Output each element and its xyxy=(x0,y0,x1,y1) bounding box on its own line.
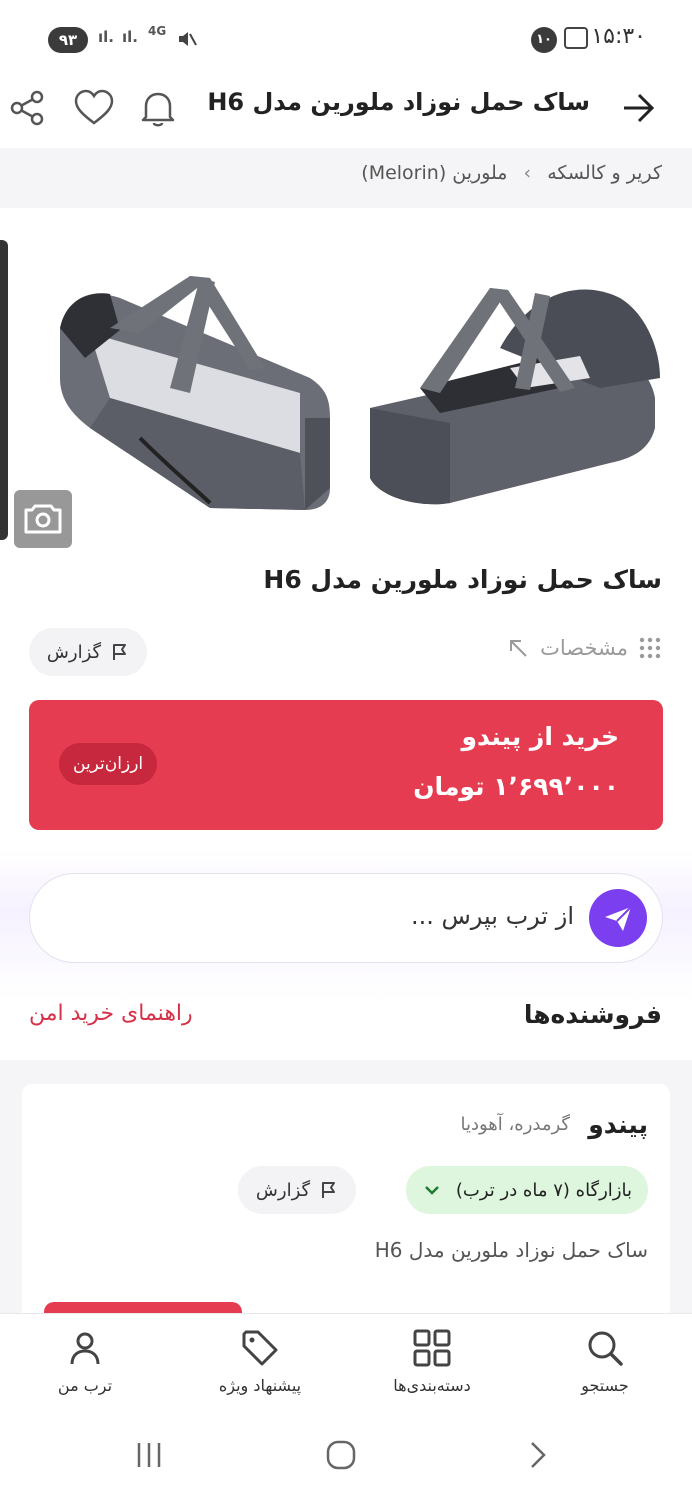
tag-icon xyxy=(242,1330,278,1366)
nav-my-torob[interactable]: ترب من xyxy=(15,1328,155,1408)
ask-torob-input[interactable]: از ترب بپرس ... xyxy=(29,873,663,963)
status-bar: ۹۳ ıl. ıl. 4G ۱۰ ۱۵:۳۰ xyxy=(0,0,692,72)
page-title: ساک حمل نوزاد ملورین مدل H6 xyxy=(207,88,590,116)
clock: ۱۵:۳۰ xyxy=(591,24,646,49)
seller-name[interactable]: پیندو xyxy=(588,1110,648,1139)
safe-purchase-guide-link[interactable]: راهنمای خرید امن xyxy=(29,1001,193,1026)
breadcrumb-separator: › xyxy=(523,162,532,184)
screenshot-icon xyxy=(564,27,588,49)
nav-label: دسته‌بندی‌ها xyxy=(393,1376,471,1395)
chevron-down-icon xyxy=(424,1186,439,1195)
dots-grid-icon xyxy=(639,637,661,659)
seller-report-label: گزارش xyxy=(255,1179,311,1201)
specs-label: مشخصات xyxy=(540,636,628,660)
image-search-button[interactable] xyxy=(14,490,72,548)
nav-special-offer[interactable]: پیشنهاد ویژه xyxy=(190,1328,330,1408)
breadcrumb: کریر و کالسکه › ملورین (Melorin) xyxy=(0,148,692,208)
nav-label: پیشنهاد ویژه xyxy=(218,1376,302,1395)
back-nav-icon[interactable] xyxy=(522,1439,554,1471)
user-icon xyxy=(70,1332,100,1365)
recent-apps-icon[interactable] xyxy=(133,1439,165,1471)
app-header: ساک حمل نوزاد ملورین مدل H6 xyxy=(0,72,692,148)
arrow-up-left-icon xyxy=(510,640,527,657)
signal-icon: ıl. xyxy=(98,28,114,46)
report-label: گزارش xyxy=(46,641,102,663)
buy-from-seller-card[interactable]: خرید از پیندو ۱٬۶۹۹٬۰۰۰ تومان ارزان‌ترین xyxy=(29,700,663,830)
specs-link[interactable]: مشخصات xyxy=(506,636,662,660)
seller-report-button[interactable]: گزارش xyxy=(238,1166,356,1214)
seller-location: گرمدره، آهودیا xyxy=(460,1114,570,1135)
grid-icon xyxy=(413,1329,451,1367)
product-image-gallery[interactable] xyxy=(0,208,692,563)
nav-categories[interactable]: دسته‌بندی‌ها xyxy=(362,1328,502,1408)
buy-title: خرید از پیندو xyxy=(461,722,619,751)
nav-search[interactable]: جستجو xyxy=(535,1328,675,1408)
marketplace-badge[interactable]: بازارگاه (۷ ماه در ترب) xyxy=(405,1166,648,1214)
ask-placeholder: از ترب بپرس ... xyxy=(410,902,574,930)
report-button[interactable]: گزارش xyxy=(29,628,147,676)
marketplace-label: بازارگاه (۷ ماه در ترب) xyxy=(455,1179,632,1201)
flag-icon xyxy=(113,644,127,660)
mute-icon xyxy=(179,32,197,46)
camera-icon xyxy=(24,504,62,534)
home-icon[interactable] xyxy=(325,1439,357,1471)
system-navigation-bar xyxy=(0,1415,692,1500)
heart-icon[interactable] xyxy=(72,86,116,130)
sellers-title: فروشنده‌ها xyxy=(523,1000,662,1029)
flag-icon xyxy=(322,1182,336,1198)
signal-icon-2: ıl. xyxy=(122,28,138,46)
seller-card[interactable]: پیندو گرمدره، آهودیا بازارگاه (۷ ماه در … xyxy=(22,1084,670,1324)
previous-image-peek[interactable] xyxy=(0,240,8,540)
buy-price: ۱٬۶۹۹٬۰۰۰ تومان xyxy=(413,772,619,801)
battery-indicator: ۹۳ xyxy=(48,27,88,53)
cheapest-badge: ارزان‌ترین xyxy=(59,743,158,785)
bell-icon[interactable] xyxy=(136,86,180,130)
share-icon[interactable] xyxy=(6,86,50,130)
breadcrumb-item-carrier[interactable]: کریر و کالسکه xyxy=(547,162,662,184)
bottom-navigation: ترب من پیشنهاد ویژه دسته‌بندی‌ها جستجو xyxy=(0,1313,692,1415)
seller-product-name: ساک حمل نوزاد ملورین مدل H6 xyxy=(374,1238,648,1262)
product-image xyxy=(60,276,660,510)
network-type: 4G xyxy=(148,24,167,38)
breadcrumb-item-brand[interactable]: ملورین (Melorin) xyxy=(361,162,507,184)
search-icon xyxy=(588,1331,623,1366)
send-icon xyxy=(605,906,632,931)
nav-label: ترب من xyxy=(57,1376,113,1395)
notification-badge: ۱۰ xyxy=(531,27,557,53)
nav-label: جستجو xyxy=(581,1376,629,1395)
product-title: ساک حمل نوزاد ملورین مدل H6 xyxy=(263,565,662,594)
back-arrow-icon[interactable] xyxy=(618,88,658,128)
send-button[interactable] xyxy=(589,889,647,947)
